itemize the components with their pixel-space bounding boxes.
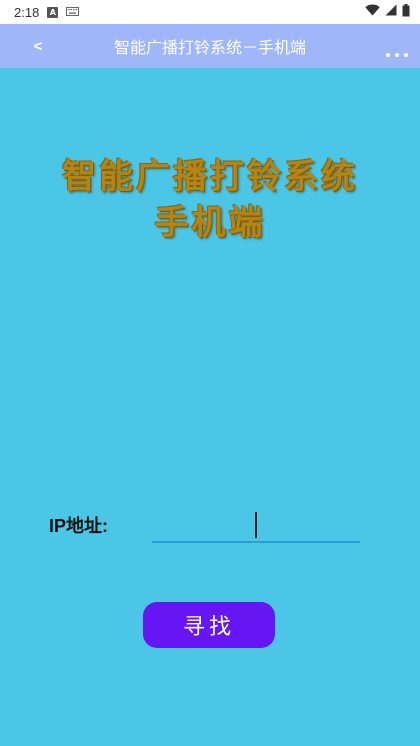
find-button[interactable]: 寻找 — [143, 602, 275, 648]
wifi-icon — [365, 4, 380, 20]
more-dot — [395, 53, 399, 57]
back-button[interactable]: < — [24, 24, 52, 68]
app-title: 智能广播打铃系统－手机端 — [113, 38, 306, 57]
text-caret — [255, 512, 257, 538]
more-dots-icon[interactable] — [386, 50, 408, 60]
hero-heading-line1: 智能广播打铃系统 — [62, 157, 358, 197]
battery-icon — [402, 3, 410, 21]
app-bar: < 智能广播打铃系统－手机端 — [0, 24, 420, 68]
status-left: 2:18 A — [14, 4, 80, 20]
status-bar: 2:18 A — [0, 0, 420, 24]
signal-icon — [385, 4, 397, 20]
status-right — [365, 3, 410, 21]
hero-heading: 智能广播打铃系统 手机端 — [0, 154, 420, 246]
a-notification-icon: A — [47, 6, 59, 18]
more-dot — [386, 53, 390, 57]
hero-heading-line2: 手机端 — [154, 203, 266, 243]
ip-label: IP地址: — [49, 516, 109, 536]
more-dot — [404, 53, 408, 57]
keyboard-icon — [66, 5, 80, 20]
status-time: 2:18 — [14, 4, 40, 20]
